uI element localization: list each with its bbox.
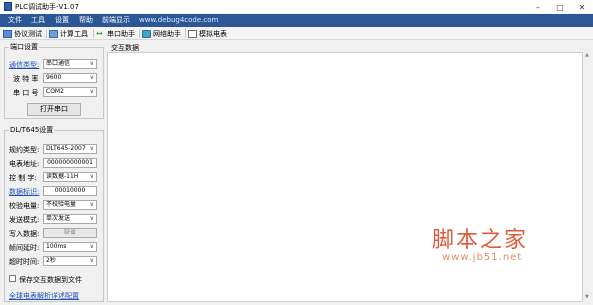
watermark-url: www.jb51.net <box>442 252 523 263</box>
save-data-label: 保存交互数据到文件 <box>19 276 82 284</box>
timeout-label: 超时时间: <box>9 258 40 266</box>
chevron-down-icon: ∨ <box>89 60 94 67</box>
control-word-select[interactable]: 读数据-11H ∨ <box>43 172 97 182</box>
port-select[interactable]: COM2 ∨ <box>43 87 97 97</box>
serial-icon: ↔ <box>96 28 103 38</box>
meter-icon <box>188 29 197 38</box>
tool-serial-assistant[interactable]: ↔ 串口助手 <box>96 28 135 39</box>
tool-meter-simulator[interactable]: 模拟电表 <box>188 28 227 39</box>
select-value: 不校验电量 <box>46 201 77 208</box>
menu-tools[interactable]: 工具 <box>31 14 45 27</box>
chevron-down-icon: ∨ <box>89 88 94 95</box>
select-value: COM2 <box>46 88 64 95</box>
chevron-down-icon: ∨ <box>89 74 94 81</box>
watermark-text: 脚本之家 <box>432 228 529 253</box>
baud-rate-label: 波 特 率 <box>13 75 39 83</box>
chevron-down-icon: ∨ <box>89 173 94 180</box>
select-value: 100ms <box>46 243 67 250</box>
verify-select[interactable]: 不校验电量 ∨ <box>43 200 97 210</box>
dlt645-group-title: DL/T645设置 <box>9 125 55 135</box>
write-data-label: 写入数据: <box>9 230 40 238</box>
write-data-input[interactable]: 缺省 <box>43 228 97 238</box>
protocol-select[interactable]: DLT645-2007 ∨ <box>43 144 97 154</box>
window-title: PLC调试助手-V1.07 <box>15 3 79 11</box>
select-value: 读数据-11H <box>46 173 79 180</box>
tool-label: 网络助手 <box>153 29 181 38</box>
frame-interval-select[interactable]: 100ms ∨ <box>43 242 97 252</box>
tool-label: 计算工具 <box>60 29 88 38</box>
toolbar-separator <box>185 29 186 38</box>
data-id-input[interactable]: 00010000 <box>43 186 97 196</box>
protocol-test-icon <box>3 29 12 38</box>
menu-file[interactable]: 文件 <box>8 14 22 27</box>
chevron-down-icon: ∨ <box>89 145 94 152</box>
frame-interval-label: 帧间延时: <box>9 244 40 252</box>
menu-front-display[interactable]: 前端显示 <box>102 14 130 27</box>
title-bar <box>0 0 593 14</box>
protocol-label: 规约类型: <box>9 146 40 154</box>
control-word-label: 控 制 字: <box>9 174 37 182</box>
open-port-button[interactable]: 打开串口 <box>27 103 81 116</box>
port-label: 串 口 号 <box>13 89 39 97</box>
select-value: DLT645-2007 <box>46 145 86 152</box>
tool-label: 模拟电表 <box>199 29 227 38</box>
tool-calculator[interactable]: 计算工具 <box>49 28 88 39</box>
comm-type-label[interactable]: 通信类型: <box>9 60 39 70</box>
chevron-down-icon: ∨ <box>89 243 94 250</box>
save-data-checkbox[interactable] <box>9 275 16 282</box>
tool-protocol-test[interactable]: 协议测试 <box>3 28 42 39</box>
select-value: 9600 <box>46 74 62 81</box>
tool-label: 协议测试 <box>14 29 42 38</box>
config-link[interactable]: 全球电表解析详述配置 <box>9 291 79 301</box>
menu-settings[interactable]: 设置 <box>55 14 69 27</box>
tool-label: 串口助手 <box>107 29 135 38</box>
baud-rate-select[interactable]: 9600 ∨ <box>43 73 97 83</box>
data-id-label[interactable]: 数据标识: <box>9 187 39 197</box>
meter-address-input[interactable]: 000000000001 <box>43 158 97 168</box>
scrollbar[interactable] <box>584 52 591 302</box>
select-value: 2秒 <box>46 257 56 264</box>
send-mode-label: 发送模式: <box>9 216 40 224</box>
meter-address-label: 电表地址: <box>9 160 40 168</box>
select-value: 单次发送 <box>46 215 71 222</box>
toolbar-separator <box>139 29 140 38</box>
send-mode-select[interactable]: 单次发送 ∨ <box>43 214 97 224</box>
toolbar-separator <box>93 29 94 38</box>
scroll-up-icon[interactable]: ▲ <box>585 53 590 58</box>
toolbar-separator <box>46 29 47 38</box>
toolbar <box>0 27 593 40</box>
calculator-icon <box>49 29 58 38</box>
menu-help[interactable]: 帮助 <box>79 14 93 27</box>
close-icon[interactable]: ✕ <box>571 0 593 14</box>
website-link[interactable]: www.debug4code.com <box>139 14 218 27</box>
network-icon <box>142 29 151 38</box>
minimize-icon[interactable]: – <box>527 0 549 14</box>
app-icon <box>4 2 12 11</box>
serial-group-title: 端口设置 <box>9 42 39 52</box>
chevron-down-icon: ∨ <box>89 215 94 222</box>
tool-network-assistant[interactable]: 网络助手 <box>142 28 181 39</box>
scroll-down-icon[interactable]: ▼ <box>585 295 590 300</box>
chevron-down-icon: ∨ <box>89 201 94 208</box>
interaction-data-area[interactable] <box>107 52 583 302</box>
select-value: 串口通信 <box>46 60 71 67</box>
timeout-select[interactable]: 2秒 ∨ <box>43 256 97 266</box>
comm-type-select[interactable]: 串口通信 ∨ <box>43 59 97 69</box>
verify-label: 校验电量: <box>9 202 40 210</box>
maximize-icon[interactable]: □ <box>549 0 571 14</box>
chevron-down-icon: ∨ <box>89 257 94 264</box>
